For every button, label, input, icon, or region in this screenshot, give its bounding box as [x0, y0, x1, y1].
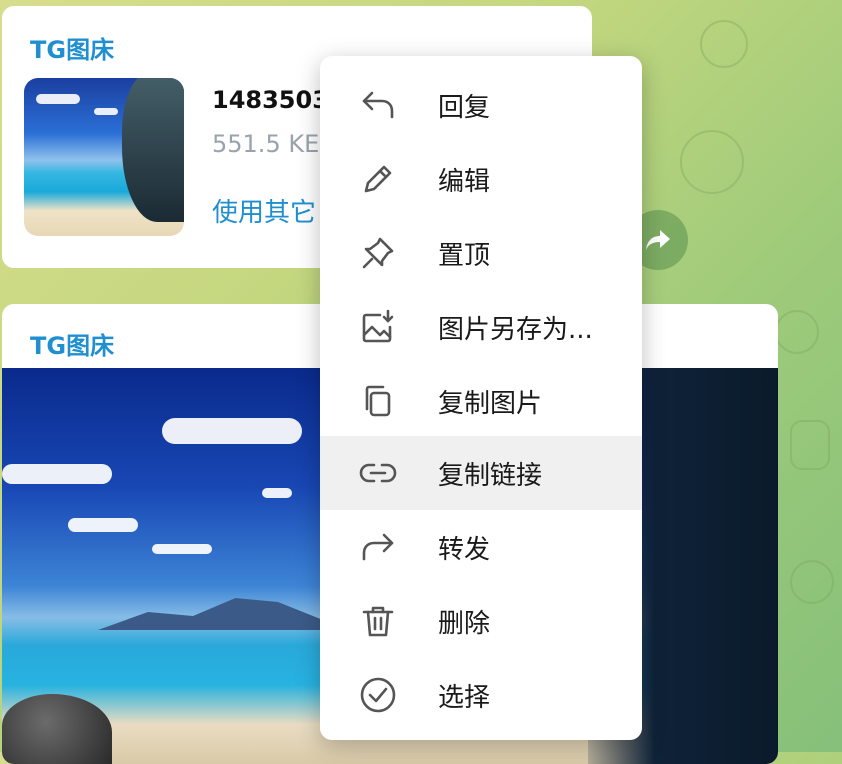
- menu-item-edit[interactable]: 编辑: [320, 142, 642, 216]
- link-icon: [358, 453, 398, 493]
- menu-item-label: 删除: [438, 608, 491, 639]
- menu-item-label: 编辑: [438, 166, 491, 197]
- check-circle-icon: [358, 675, 398, 715]
- pencil-icon: [358, 159, 398, 199]
- wallpaper-doodle: [790, 560, 834, 604]
- sender-name[interactable]: TG图床: [30, 326, 114, 361]
- file-name: 1483503: [212, 86, 329, 114]
- menu-item-forward[interactable]: 转发: [320, 510, 642, 584]
- menu-item-pin[interactable]: 置顶: [320, 216, 642, 290]
- wallpaper-doodle: [790, 420, 830, 470]
- file-size: 551.5 KE: [212, 130, 320, 158]
- menu-item-select[interactable]: 选择: [320, 658, 642, 732]
- image-thumbnail[interactable]: [24, 78, 184, 236]
- wallpaper-doodle: [775, 310, 819, 354]
- menu-item-copy-image[interactable]: 复制图片: [320, 364, 642, 438]
- menu-item-label: 回复: [438, 92, 491, 123]
- menu-item-label: 置顶: [438, 240, 491, 271]
- save-image-icon: [358, 307, 398, 347]
- copy-icon: [358, 381, 398, 421]
- sender-name[interactable]: TG图床: [30, 30, 114, 65]
- forward-icon: [358, 527, 398, 567]
- menu-item-label: 选择: [438, 682, 491, 713]
- open-with-link[interactable]: 使用其它: [212, 192, 316, 229]
- menu-item-save-image[interactable]: 图片另存为...: [320, 290, 642, 364]
- menu-item-label: 复制链接: [438, 460, 543, 491]
- wallpaper-doodle: [700, 20, 748, 68]
- pin-icon: [358, 233, 398, 273]
- wallpaper-doodle: [680, 130, 744, 194]
- context-menu: 回复 编辑 置顶 图片另存为... 复制图片 复制链接 转发 删除 选择: [320, 56, 642, 740]
- menu-item-reply[interactable]: 回复: [320, 68, 642, 142]
- menu-item-copy-link[interactable]: 复制链接: [320, 436, 642, 510]
- menu-item-label: 转发: [438, 534, 491, 565]
- trash-icon: [358, 601, 398, 641]
- reply-icon: [358, 85, 398, 125]
- menu-item-delete[interactable]: 删除: [320, 584, 642, 658]
- menu-item-label: 图片另存为...: [438, 314, 593, 345]
- menu-item-label: 复制图片: [438, 388, 543, 419]
- forward-arrow-icon: [644, 228, 672, 252]
